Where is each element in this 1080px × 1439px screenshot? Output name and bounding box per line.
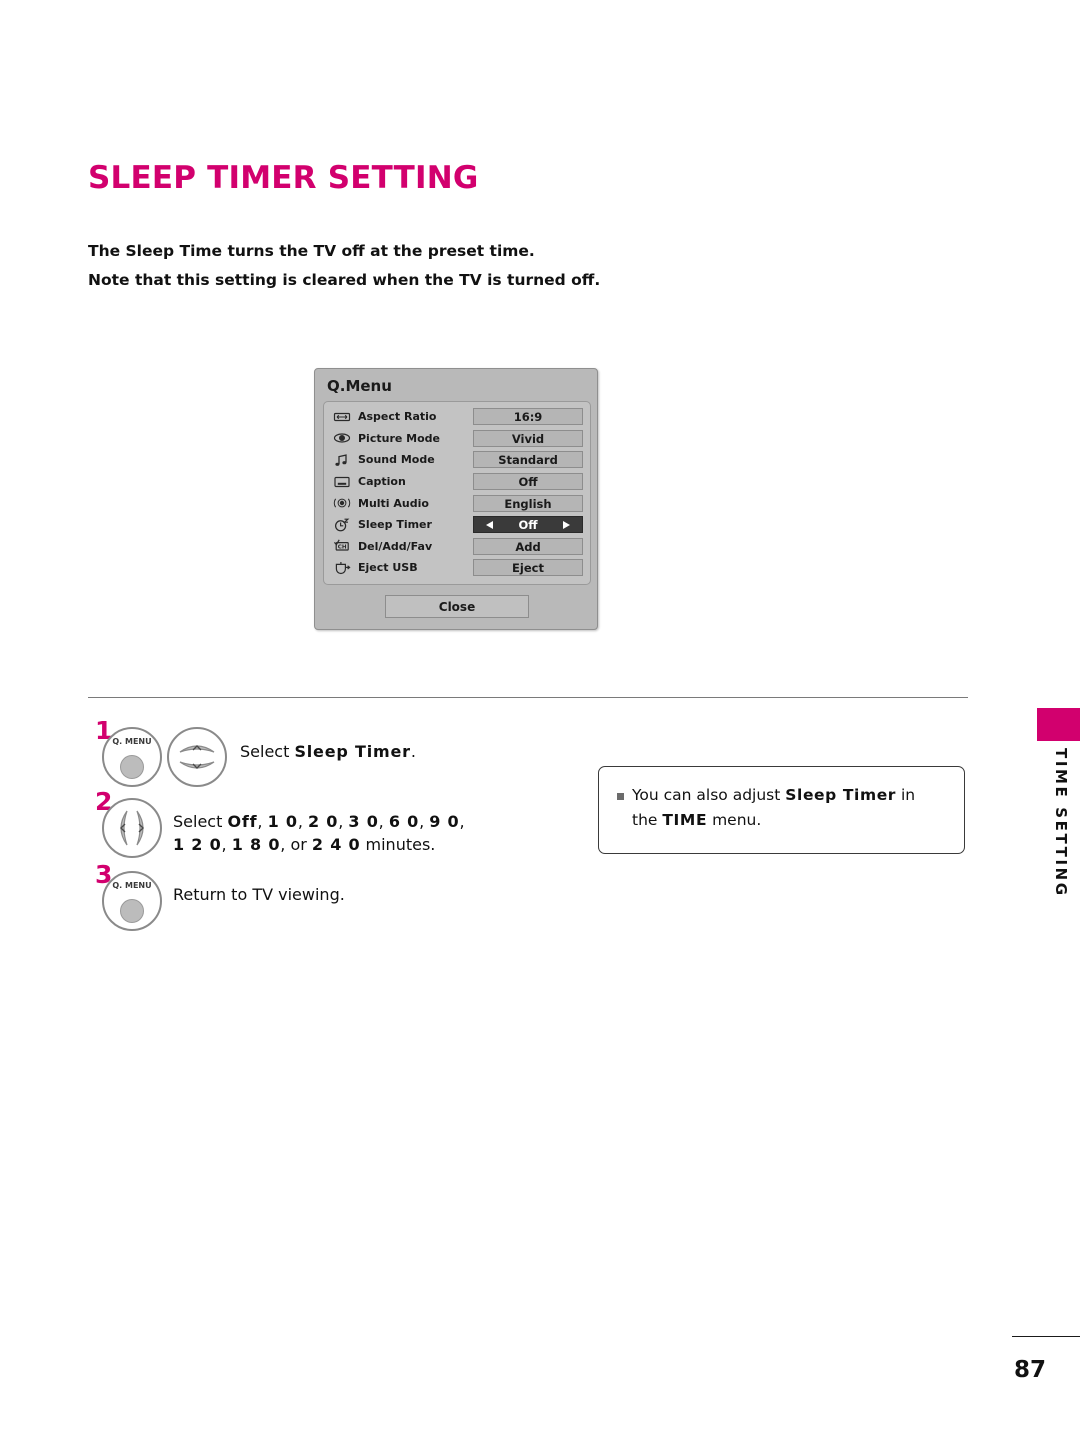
qmenu-row-label: Picture Mode <box>358 431 440 445</box>
picture-mode-icon-wrap <box>331 430 353 446</box>
aspect-ratio-icon <box>333 412 351 421</box>
picture-mode-icon <box>333 433 351 443</box>
step-1-text: Select Sleep Timer. <box>240 742 416 761</box>
qmenu-row-value-text: Off <box>518 518 538 533</box>
sleep-timer-icon <box>334 518 350 532</box>
qmenu-row-aspect-ratio[interactable]: Aspect Ratio 16:9 <box>331 406 583 428</box>
aspect-ratio-icon-wrap <box>331 409 353 425</box>
qmenu-row-label: Sleep Timer <box>358 518 432 532</box>
qmenu-row-value[interactable]: Add <box>473 537 583 555</box>
side-tab-accent-block <box>1037 708 1080 741</box>
qmenu-row-value[interactable]: English <box>473 494 583 512</box>
qmenu-row-value[interactable]: 16:9 <box>473 408 583 426</box>
intro-line-1: The Sleep Time turns the TV off at the p… <box>88 242 535 260</box>
caption-icon <box>334 476 350 487</box>
page-number: 87 <box>1013 1357 1046 1383</box>
eject-usb-icon-wrap <box>331 560 353 576</box>
qmenu-row-value[interactable]: Off <box>473 473 583 491</box>
qmenu-row-value[interactable]: Standard <box>473 451 583 469</box>
qmenu-row-value[interactable]: Off <box>473 516 583 534</box>
qmenu-row-picture-mode[interactable]: Picture Mode Vivid <box>331 428 583 450</box>
qmenu-row-eject-usb[interactable]: Eject USB Eject <box>331 557 583 579</box>
sound-mode-icon <box>335 454 347 466</box>
up-down-nav-button[interactable] <box>167 727 227 787</box>
multi-audio-icon-wrap <box>331 495 353 511</box>
arrow-right-icon[interactable] <box>563 520 570 529</box>
qmenu-row-label: Del/Add/Fav <box>358 539 433 553</box>
qmenu-row-caption[interactable]: Caption Off <box>331 471 583 493</box>
qmenu-row-label: Sound Mode <box>358 453 435 467</box>
up-down-arrows-icon <box>179 745 215 769</box>
qmenu-row-value[interactable]: Vivid <box>473 429 583 447</box>
qmenu-list: Aspect Ratio 16:9 Picture Mode Vivid Sound M… <box>323 401 591 585</box>
qmenu-row-label: Multi Audio <box>358 496 429 510</box>
qmenu-button-dot-3 <box>120 899 144 923</box>
del-add-fav-icon-wrap: CH <box>331 538 353 554</box>
sleep-timer-icon-wrap <box>331 517 353 533</box>
side-tab-label: TIME SETTING <box>1052 748 1070 898</box>
close-button[interactable]: Close <box>385 595 529 618</box>
qmenu-remote-button-1[interactable]: Q. MENU <box>102 727 162 787</box>
qmenu-row-label: Caption <box>358 475 406 489</box>
qmenu-row-value[interactable]: Eject <box>473 559 583 577</box>
qmenu-row-label: Aspect Ratio <box>358 410 437 424</box>
note-box: You can also adjust Sleep Timer in the TI… <box>598 766 965 854</box>
left-right-arrows-icon <box>120 810 144 846</box>
arrow-left-icon[interactable] <box>486 520 493 529</box>
qmenu-remote-button-3[interactable]: Q. MENU <box>102 871 162 931</box>
qmenu-panel: Q.Menu Aspect Ratio 16:9 Picture Mode Vivid… <box>314 368 598 630</box>
section-divider <box>88 697 968 698</box>
qmenu-title: Q.Menu <box>327 377 392 395</box>
eject-usb-icon <box>335 561 351 575</box>
qmenu-row-label: Eject USB <box>358 561 418 575</box>
qmenu-row-sound-mode[interactable]: Sound Mode Standard <box>331 449 583 471</box>
sound-mode-icon-wrap <box>331 452 353 468</box>
footer-divider <box>1012 1336 1080 1337</box>
caption-icon-wrap <box>331 474 353 490</box>
intro-paragraph: The Sleep Time turns the TV off at the p… <box>88 237 788 295</box>
intro-line-2: Note that this setting is cleared when t… <box>88 271 601 289</box>
qmenu-row-multi-audio[interactable]: Multi Audio English <box>331 492 583 514</box>
del-add-fav-icon: CH <box>333 539 349 551</box>
qmenu-button-label-3: Q. MENU <box>112 881 152 890</box>
note-text: You can also adjust Sleep Timer in the TI… <box>632 786 916 829</box>
svg-text:CH: CH <box>338 545 347 551</box>
step-3-text: Return to TV viewing. <box>173 885 345 904</box>
note-bullet-icon <box>617 793 624 800</box>
qmenu-button-dot-1 <box>120 755 144 779</box>
qmenu-button-label-1: Q. MENU <box>112 737 152 746</box>
step-2-text: Select Off, 1 0, 2 0, 3 0, 6 0, 9 0, 1 2 … <box>173 812 465 854</box>
page-title: SLEEP TIMER SETTING <box>88 160 479 196</box>
qmenu-row-del-add-fav[interactable]: CH Del/Add/Fav Add <box>331 536 583 558</box>
qmenu-row-sleep-timer[interactable]: Sleep Timer Off <box>331 514 583 536</box>
multi-audio-icon <box>333 498 351 508</box>
left-right-nav-button[interactable] <box>102 798 162 858</box>
